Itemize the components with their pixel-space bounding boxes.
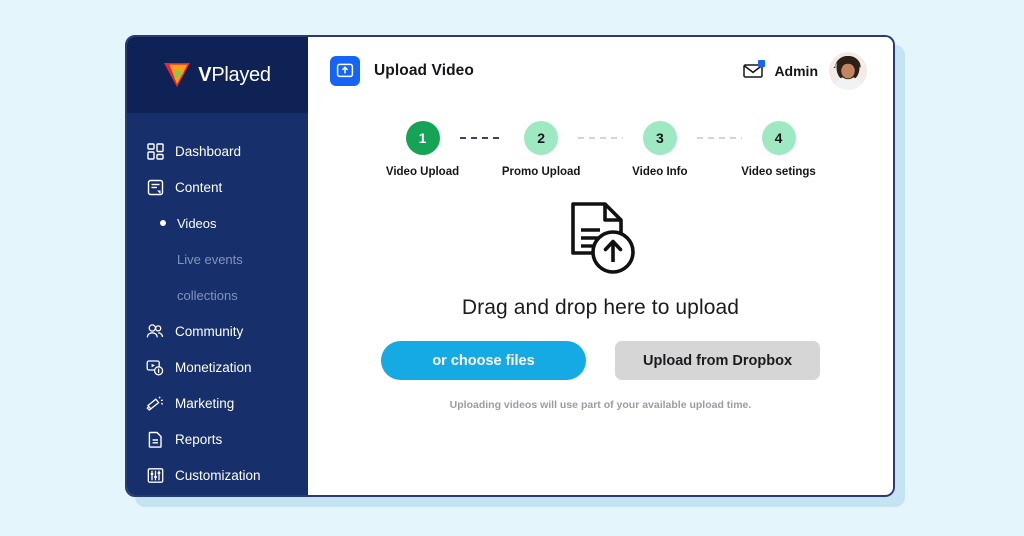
- topbar-actions: Admin: [743, 52, 867, 90]
- sidebar-item-reports[interactable]: Reports: [127, 421, 308, 457]
- step-1[interactable]: 1 Video Upload: [386, 121, 460, 178]
- sidebar: VPlayed Dashboard: [127, 37, 308, 495]
- brand-name-rest: Played: [211, 64, 270, 86]
- report-icon: [146, 430, 164, 448]
- sidebar-item-content[interactable]: Content: [127, 169, 308, 205]
- avatar-image: [829, 52, 867, 90]
- screen-root: VPlayed Dashboard: [0, 0, 1024, 536]
- step-connector-1: [460, 137, 505, 139]
- sidebar-item-customization[interactable]: Customization: [127, 457, 308, 493]
- sidebar-item-label: Content: [175, 180, 222, 195]
- upload-dropzone[interactable]: Drag and drop here to upload or choose f…: [308, 200, 893, 411]
- dropzone-actions: or choose files Upload from Dropbox: [381, 341, 820, 380]
- sidebar-item-label: collections: [177, 288, 238, 303]
- sidebar-item-label: Reports: [175, 432, 222, 447]
- sidebar-item-dashboard[interactable]: Dashboard: [127, 133, 308, 169]
- notification-dot: [758, 60, 765, 67]
- megaphone-icon: [146, 394, 164, 412]
- step-connector-2: [578, 137, 623, 139]
- sidebar-item-collections[interactable]: collections: [127, 277, 308, 313]
- step-number: 4: [762, 121, 796, 155]
- sidebar-item-videos[interactable]: Videos: [127, 205, 308, 241]
- sidebar-item-label: Customization: [175, 468, 261, 483]
- sidebar-item-label: Marketing: [175, 396, 234, 411]
- step-2[interactable]: 2 Promo Upload: [504, 121, 578, 178]
- upload-from-dropbox-button[interactable]: Upload from Dropbox: [615, 341, 820, 380]
- sidebar-item-label: Monetization: [175, 360, 252, 375]
- brand-logo[interactable]: VPlayed: [127, 37, 308, 113]
- dropzone-title: Drag and drop here to upload: [462, 296, 739, 320]
- brand-name: VPlayed: [198, 64, 270, 87]
- people-icon: [146, 322, 164, 340]
- sidebar-item-label: Community: [175, 324, 243, 339]
- step-label: Video Upload: [386, 166, 459, 178]
- avatar[interactable]: [829, 52, 867, 90]
- brand-name-bold: V: [198, 64, 211, 86]
- vplayed-logo-icon: [164, 63, 190, 87]
- upload-note: Uploading videos will use part of your a…: [450, 399, 752, 411]
- step-number: 3: [643, 121, 677, 155]
- sidebar-item-marketing[interactable]: Marketing: [127, 385, 308, 421]
- sliders-icon: [146, 466, 164, 484]
- page-title: Upload Video: [374, 62, 474, 80]
- step-3[interactable]: 3 Video Info: [623, 121, 697, 178]
- sidebar-item-monetization[interactable]: Monetization: [127, 349, 308, 385]
- step-label: Video Info: [632, 166, 687, 178]
- user-name: Admin: [774, 63, 818, 79]
- monetization-icon: [146, 358, 164, 376]
- bullet-dot-icon: [160, 220, 166, 226]
- grid-icon: [146, 142, 164, 160]
- step-number: 2: [524, 121, 558, 155]
- step-4[interactable]: 4 Video setings: [742, 121, 816, 178]
- upload-screen-icon[interactable]: [330, 56, 360, 86]
- sidebar-item-community[interactable]: Community: [127, 313, 308, 349]
- step-label: Promo Upload: [502, 166, 581, 178]
- step-label: Video setings: [741, 166, 816, 178]
- upload-stepper: 1 Video Upload 2 Promo Upload 3 Video In…: [386, 121, 816, 178]
- sidebar-item-label: Live events: [177, 252, 243, 267]
- app-window: VPlayed Dashboard: [125, 35, 895, 497]
- main-content: Upload Video Admin: [308, 37, 893, 495]
- step-connector-3: [697, 137, 742, 139]
- choose-files-button[interactable]: or choose files: [381, 341, 586, 380]
- sidebar-item-label: Videos: [177, 216, 217, 231]
- sidebar-item-label: Dashboard: [175, 144, 241, 159]
- sidebar-nav: Dashboard Content Video: [127, 113, 308, 493]
- envelope-icon[interactable]: [743, 63, 763, 79]
- sidebar-item-live-events[interactable]: Live events: [127, 241, 308, 277]
- document-upload-icon: [566, 200, 636, 276]
- step-number: 1: [406, 121, 440, 155]
- document-edit-icon: [146, 178, 164, 196]
- topbar: Upload Video Admin: [308, 37, 893, 105]
